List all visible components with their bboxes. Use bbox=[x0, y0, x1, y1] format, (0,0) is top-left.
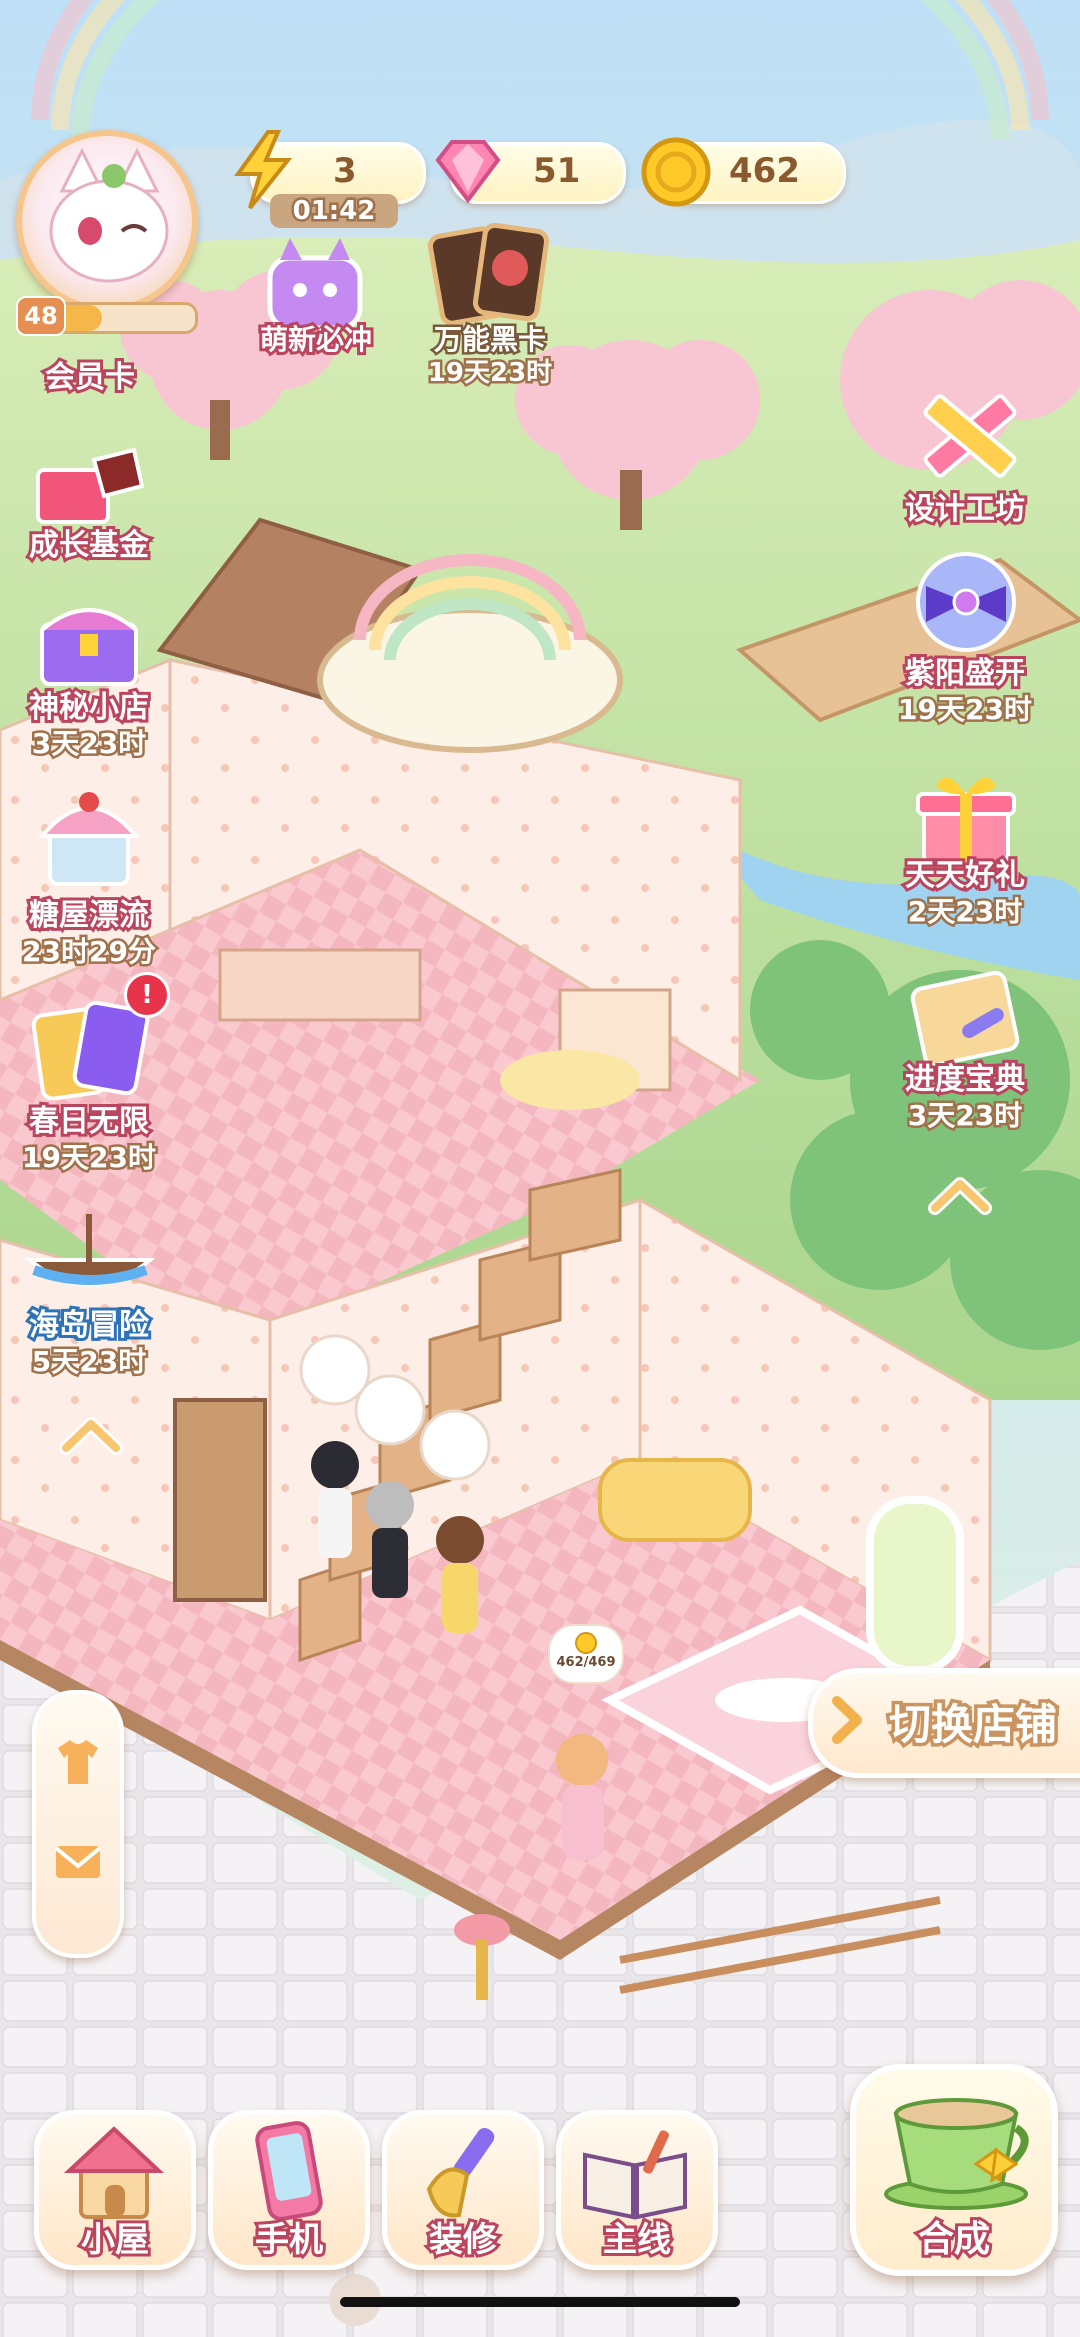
left-menu-label-0[interactable]: 成长基金 bbox=[14, 520, 164, 566]
open-book-icon bbox=[583, 2130, 687, 2220]
black-card-button[interactable] bbox=[420, 218, 560, 328]
right-menu-timer-2: 2天23时 bbox=[905, 893, 1024, 931]
nav-mainline-label: 主线 bbox=[600, 2217, 674, 2263]
nav-phone-button[interactable]: 手机 bbox=[208, 2110, 370, 2270]
phone-icon bbox=[255, 2121, 323, 2221]
nav-phone-label: 手机 bbox=[252, 2217, 326, 2263]
candy-house-icon bbox=[37, 792, 141, 886]
scroll-up-left-icon[interactable] bbox=[56, 1410, 126, 1460]
left-menu-label-2[interactable]: 糖屋漂流 bbox=[14, 890, 164, 936]
left-menu-timer-1: 3天23时 bbox=[29, 725, 148, 763]
switch-shop-button[interactable]: 切换店铺 bbox=[808, 1668, 1080, 1778]
player-avatar[interactable] bbox=[16, 130, 198, 312]
top-event-1-label[interactable]: 萌新必冲 bbox=[236, 318, 396, 359]
right-menu-label-2[interactable]: 天天好礼 bbox=[890, 850, 1040, 896]
notification-badge-icon: ! bbox=[124, 972, 170, 1018]
switch-arrow-icon bbox=[832, 1696, 862, 1744]
mail-icon[interactable] bbox=[50, 1834, 106, 1890]
member-card-label[interactable]: 会员卡 bbox=[20, 352, 160, 398]
cat-avatar-icon bbox=[49, 147, 169, 283]
coin-small-icon bbox=[575, 1632, 597, 1654]
merge-label: 合成 bbox=[915, 2216, 993, 2263]
level-badge: 48 bbox=[16, 296, 66, 336]
right-menu-timer-3: 3天23时 bbox=[905, 1097, 1024, 1135]
paint-brush-icon bbox=[426, 2128, 495, 2218]
left-menu-timer-3: 19天23时 bbox=[20, 1139, 159, 1177]
left-menu-timer-4: 5天23时 bbox=[29, 1343, 148, 1381]
nav-decorate-label: 装修 bbox=[426, 2217, 500, 2263]
right-menu-label-3[interactable]: 进度宝典 bbox=[890, 1054, 1040, 1100]
bow-flower-icon bbox=[916, 552, 1016, 652]
design-workshop-button[interactable] bbox=[900, 380, 1030, 490]
gem-icon bbox=[428, 136, 508, 206]
nav-decorate-button[interactable]: 装修 bbox=[382, 2110, 544, 2270]
cards-icon bbox=[427, 222, 550, 326]
wardrobe-icon[interactable] bbox=[50, 1734, 106, 1790]
nav-house-label: 小屋 bbox=[78, 2217, 152, 2263]
mystery-shop-button[interactable] bbox=[24, 590, 154, 690]
energy-timer: 01:42 bbox=[270, 194, 398, 229]
right-menu-timer-1: 19天23时 bbox=[896, 691, 1035, 729]
scroll-up-right-icon[interactable] bbox=[925, 1170, 995, 1220]
left-menu-timer-2: 23时29分 bbox=[20, 933, 159, 971]
ruler-pencil-icon bbox=[923, 394, 1017, 478]
teacup-icon bbox=[884, 2098, 1029, 2210]
candy-house-button[interactable] bbox=[24, 780, 154, 890]
left-menu-label-4[interactable]: 海岛冒险 bbox=[14, 1300, 164, 1346]
treasure-chest-icon bbox=[40, 608, 138, 686]
growth-fund-button[interactable] bbox=[24, 430, 154, 530]
island-adventure-button[interactable] bbox=[20, 1200, 160, 1310]
switch-shop-label: 切换店铺 bbox=[885, 1697, 1060, 1753]
gift-box-icon bbox=[36, 447, 145, 524]
left-menu-label-3[interactable]: 春日无限 bbox=[14, 1096, 164, 1142]
side-toolbar bbox=[32, 1690, 124, 1958]
nav-mainline-button[interactable]: 主线 bbox=[556, 2110, 718, 2270]
coin-icon bbox=[638, 134, 714, 210]
npc-counter-bubble[interactable]: 462/469 bbox=[548, 1624, 624, 1684]
right-menu-label-1[interactable]: 紫阳盛开 bbox=[890, 648, 1040, 694]
right-menu-label-0[interactable]: 设计工坊 bbox=[890, 484, 1040, 530]
boat-icon bbox=[24, 1214, 156, 1287]
nav-house-button[interactable]: 小屋 bbox=[34, 2110, 196, 2270]
left-menu-label-1[interactable]: 神秘小店 bbox=[14, 682, 164, 728]
top-event-2-timer: 19天23时 bbox=[425, 356, 554, 391]
merge-button[interactable]: 合成 bbox=[850, 2064, 1058, 2276]
hydrangea-event-button[interactable] bbox=[896, 546, 1036, 656]
house-icon bbox=[63, 2126, 165, 2219]
